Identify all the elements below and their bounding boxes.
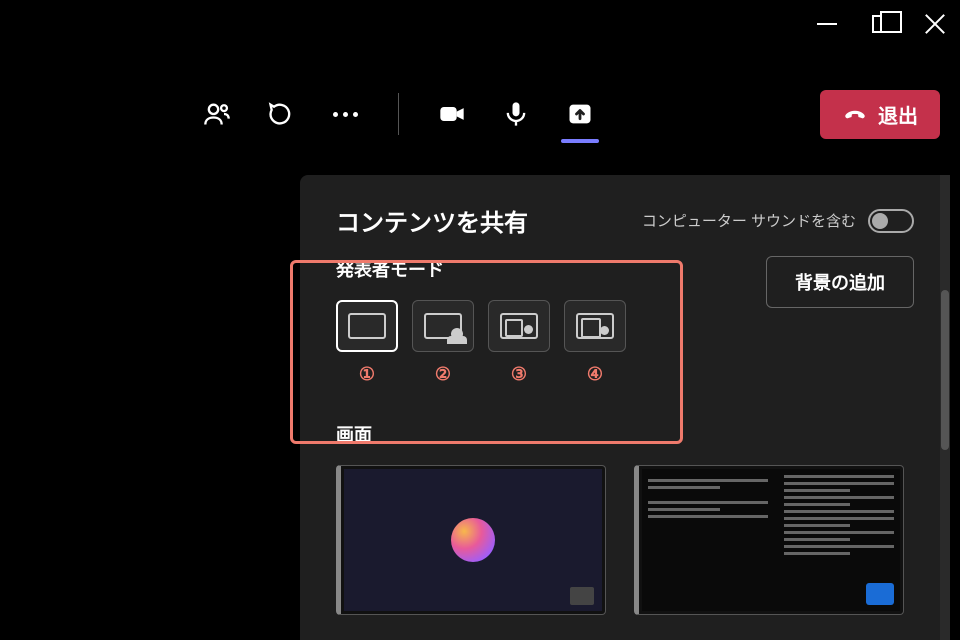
toolbar-divider [398,93,399,135]
hangup-icon [842,101,868,127]
include-computer-sound-label: コンピューター サウンドを含む [642,210,856,231]
share-content-panel: コンテンツを共有 コンピューター サウンドを含む 発表者モード ① ② ③ ④ … [300,175,950,640]
camera-button[interactable] [435,97,469,131]
microphone-button[interactable] [499,97,533,131]
presenter-mode-label: 発表者モード [336,256,626,282]
screen-thumbnail-1[interactable] [336,465,606,615]
presenter-mode-content-only[interactable] [336,300,398,352]
include-computer-sound-toggle[interactable] [868,209,914,233]
leave-call-button[interactable]: 退出 [820,90,940,139]
panel-scrollbar[interactable] [940,175,950,640]
leave-label: 退出 [878,100,918,129]
annotation-numbers: ① ② ③ ④ [336,364,626,385]
more-actions-button[interactable] [328,97,362,131]
add-background-button[interactable]: 背景の追加 [766,256,914,308]
presenter-mode-standout[interactable] [412,300,474,352]
window-minimize-button[interactable] [814,11,840,37]
window-close-button[interactable] [922,11,948,37]
window-restore-button[interactable] [868,11,894,37]
participants-button[interactable] [200,97,234,131]
chat-button[interactable] [264,97,298,131]
screen-thumbnail-2[interactable] [634,465,904,615]
share-content-button[interactable] [563,97,597,131]
presenter-mode-side-by-side[interactable] [488,300,550,352]
share-panel-title: コンテンツを共有 [336,203,528,238]
meeting-toolbar: 退出 [200,84,940,144]
screen-section-label: 画面 [336,421,914,447]
presenter-mode-reporter[interactable] [564,300,626,352]
